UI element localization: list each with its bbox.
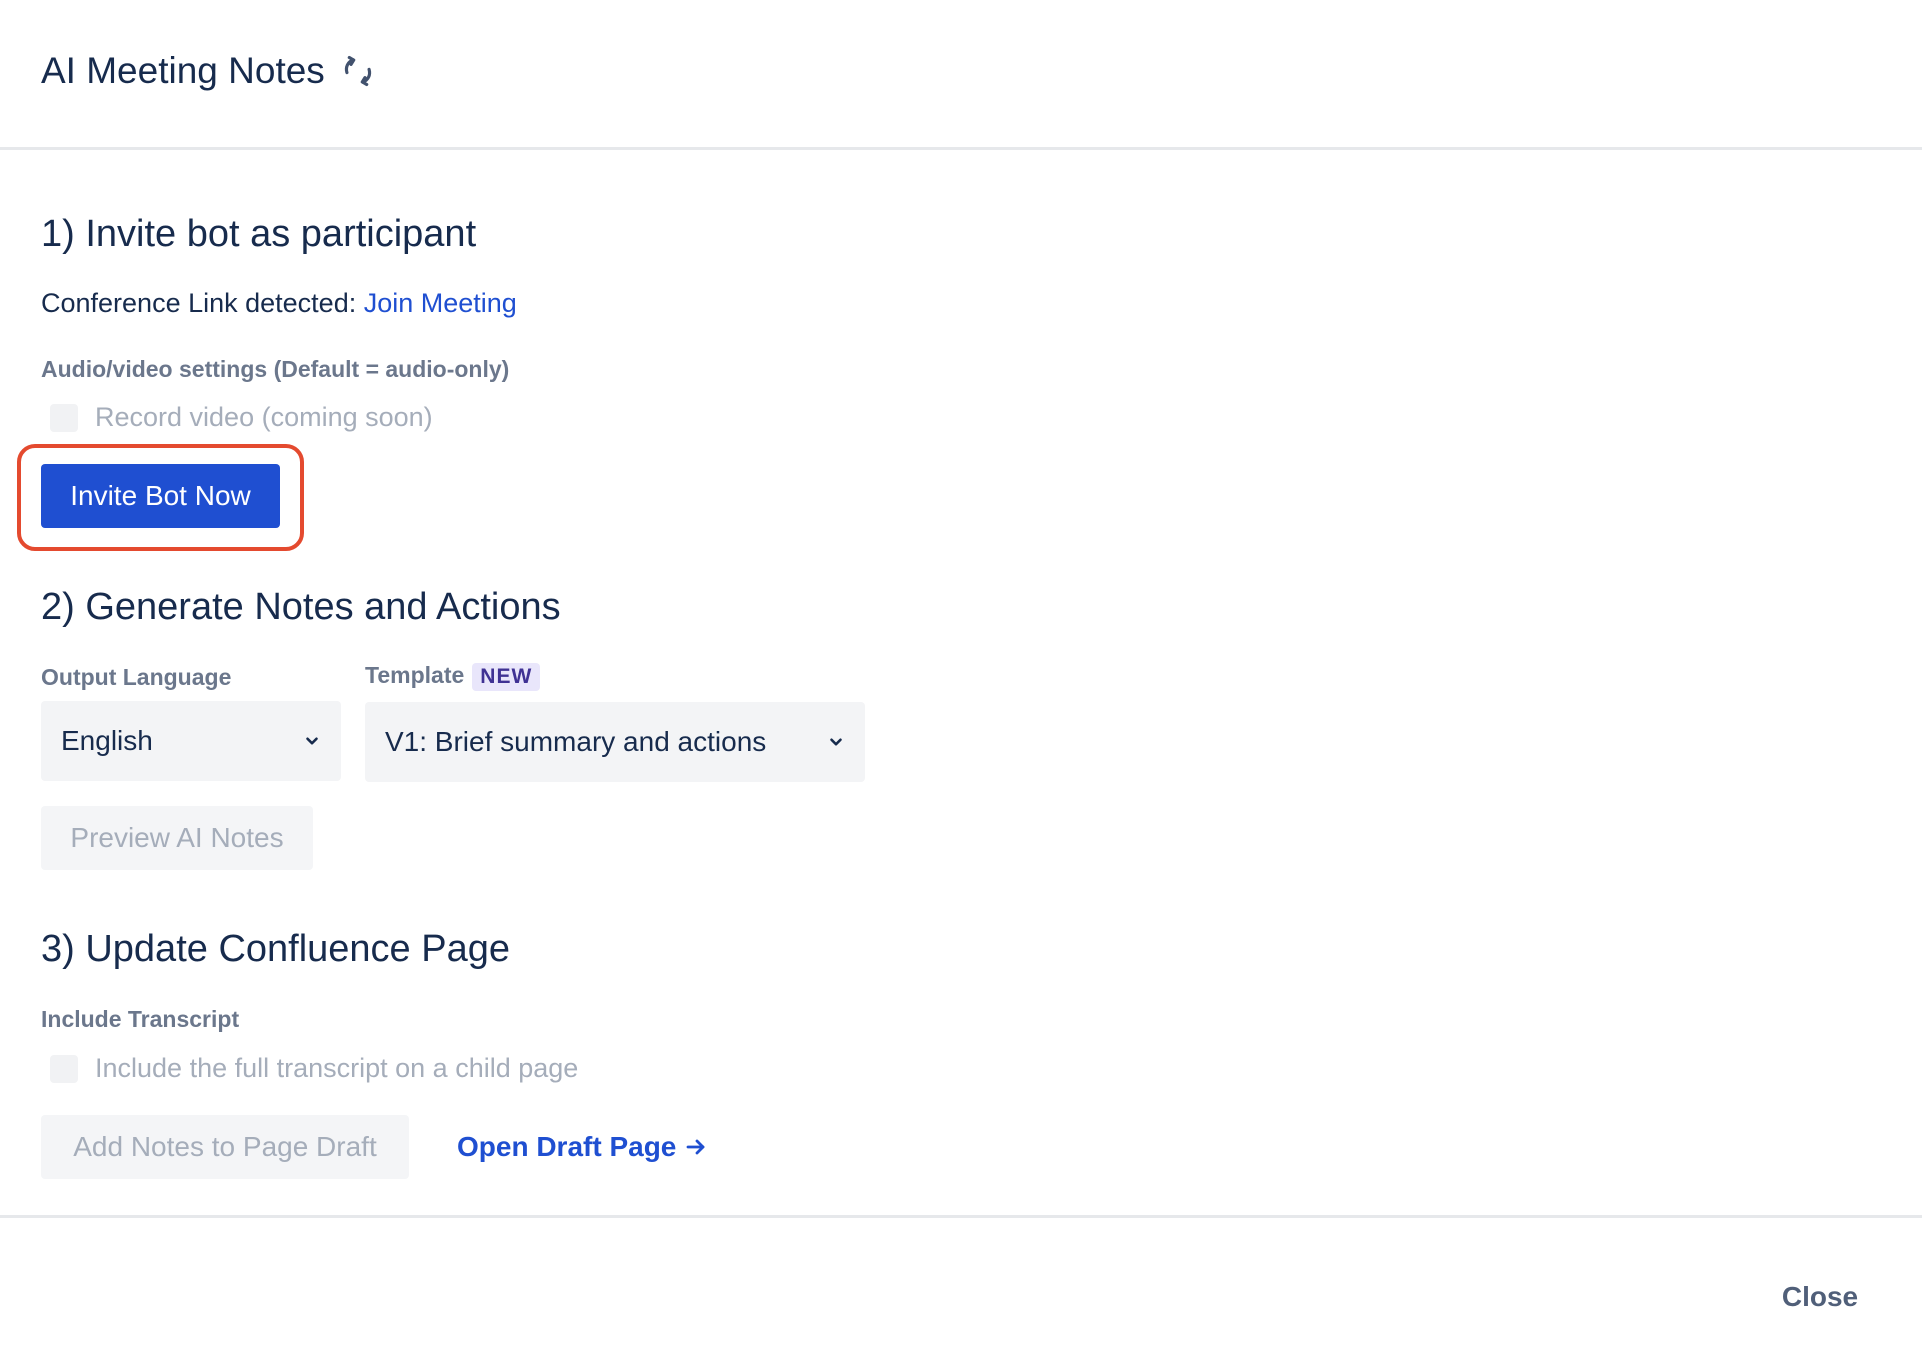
template-value: V1: Brief summary and actions [385,726,767,757]
invite-bot-button[interactable]: Invite Bot Now [41,464,280,528]
refresh-icon[interactable] [339,52,377,90]
section-update-heading: 3) Update Confluence Page [41,928,510,970]
include-transcript-option: Include the full transcript on a child p… [50,1053,578,1084]
arrow-right-icon [686,1139,705,1155]
preview-ai-notes-button[interactable]: Preview AI Notes [41,806,313,870]
section-generate-heading: 2) Generate Notes and Actions [41,586,561,628]
dialog-title-text: AI Meeting Notes [41,50,325,91]
template-label: Template [365,662,465,688]
dialog-title: AI Meeting Notes [41,50,377,92]
open-draft-page-link[interactable]: Open Draft Page [457,1125,708,1169]
ai-meeting-notes-dialog: AI Meeting Notes 1) Invite bot as partic… [0,0,1922,1364]
section-invite-heading: 1) Invite bot as participant [41,213,477,255]
chevron-down-icon [830,738,842,746]
output-language-value: English [61,725,153,756]
output-language-select[interactable]: English [41,701,341,781]
template-label-row: Template NEW [365,662,541,691]
include-transcript-checkbox-label: Include the full transcript on a child p… [95,1053,579,1083]
template-select[interactable]: V1: Brief summary and actions [365,702,865,782]
av-settings-label: Audio/video settings (Default = audio-on… [41,356,510,382]
chevron-down-icon [306,737,318,745]
join-meeting-link[interactable]: Join Meeting [364,288,517,318]
add-notes-to-draft-button[interactable]: Add Notes to Page Draft [41,1115,409,1179]
record-video-checkbox[interactable] [50,403,78,432]
dialog-header: AI Meeting Notes [0,0,1922,150]
record-video-option: Record video (coming soon) [50,402,433,433]
include-transcript-label: Include Transcript [41,1006,240,1032]
new-badge: NEW [472,662,541,691]
include-transcript-checkbox[interactable] [50,1054,78,1083]
record-video-label: Record video (coming soon) [95,402,433,432]
conference-link-row: Conference Link detected: Join Meeting [41,288,517,319]
conference-link-prefix: Conference Link detected: [41,288,357,318]
output-language-label: Output Language [41,664,232,690]
footer-divider [0,1215,1922,1218]
open-draft-page-label: Open Draft Page [457,1131,677,1162]
close-button[interactable]: Close [1760,1272,1880,1322]
